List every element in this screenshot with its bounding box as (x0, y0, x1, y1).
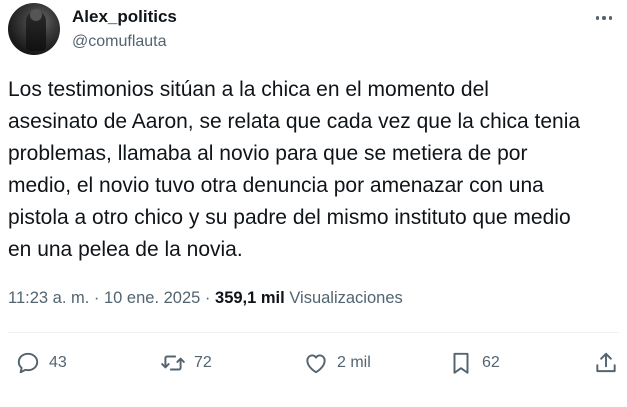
avatar-head (30, 9, 42, 21)
views-count: 359,1 mil (215, 289, 285, 307)
reply-button[interactable]: 43 (15, 350, 67, 376)
share-icon (596, 352, 616, 373)
bookmark-icon (453, 352, 469, 374)
tweet-line: asesinato de Aaron, se relata que cada v… (8, 110, 581, 133)
repost-count: 72 (194, 354, 212, 371)
reply-icon (17, 352, 39, 374)
tweet-line: pistola a otro chico y su padre del mism… (8, 206, 571, 229)
author-handle[interactable]: @comuflauta (72, 33, 167, 51)
tweet-time[interactable]: 11:23 a. m. (8, 289, 89, 307)
tweet-line: Los testimonios sitúan a la chica en el … (8, 78, 489, 101)
action-bar: 43 72 2 mil 62 (0, 350, 627, 382)
like-icon (306, 354, 326, 374)
bookmark-count: 62 (482, 354, 500, 371)
like-button[interactable]: 2 mil (303, 350, 371, 376)
divider (8, 332, 619, 333)
views-label: Visualizaciones (284, 289, 403, 307)
share-button[interactable] (593, 350, 619, 376)
tweet-line: medio, el novio tuvo otra denuncia por a… (8, 174, 544, 197)
meta-separator: · (89, 289, 104, 307)
repost-button[interactable]: 72 (160, 350, 212, 376)
bookmark-button[interactable]: 62 (448, 350, 500, 376)
author-display-name[interactable]: Alex_politics (72, 7, 177, 27)
more-icon[interactable] (589, 8, 619, 28)
tweet-meta: 11:23 a. m. · 10 ene. 2025 · 359,1 mil V… (8, 289, 403, 308)
tweet-line: problemas, llamaba al novio para que se … (8, 142, 528, 165)
like-count: 2 mil (337, 354, 371, 371)
tweet-text: Los testimonios sitúan a la chica en el … (8, 74, 620, 266)
tweet-line: en una pelea de la novia. (8, 238, 243, 261)
tweet-date[interactable]: 10 ene. 2025 (104, 289, 200, 307)
reply-count: 43 (49, 354, 67, 371)
repost-icon (161, 355, 185, 371)
meta-separator: · (200, 289, 216, 307)
avatar[interactable] (8, 3, 60, 55)
